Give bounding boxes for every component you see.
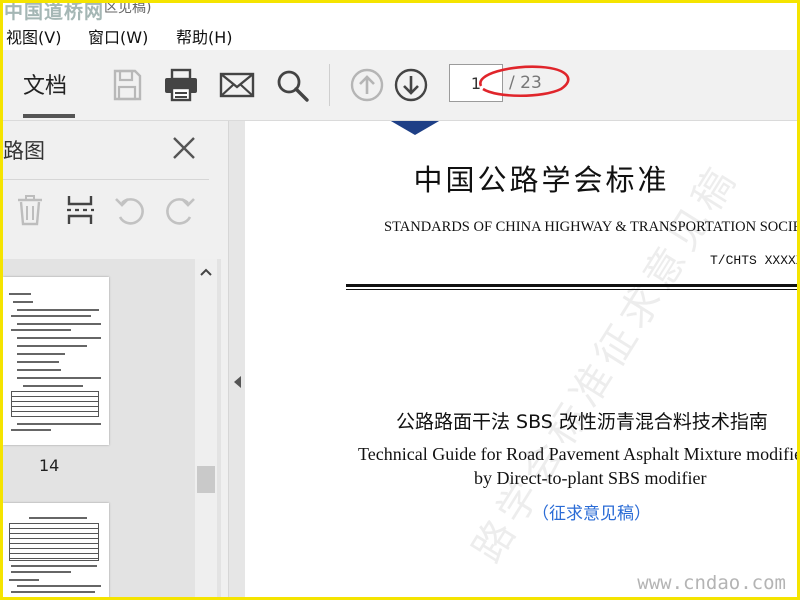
window-title: 区见稿) bbox=[104, 0, 152, 16]
document-title-cn: 中国公路学会标准 bbox=[413, 163, 670, 197]
document-page: 路学会标准征求意见稿 中国公路学会标准 STANDARDS OF CHINA H… bbox=[246, 121, 797, 597]
menu-bar: 视图(V) 窗口(W) 帮助(H) bbox=[0, 22, 800, 48]
rotate-left-icon[interactable] bbox=[113, 193, 147, 227]
title-bar: 中国道桥网 区见稿) bbox=[0, 0, 800, 22]
page-thumbnail[interactable] bbox=[3, 503, 109, 597]
guide-title-cn: 公路路面干法 SBS 改性沥青混合料技术指南 bbox=[396, 411, 768, 433]
save-icon[interactable] bbox=[109, 67, 145, 103]
rotate-right-icon[interactable] bbox=[163, 193, 197, 227]
thumbnail-scrollbar[interactable] bbox=[195, 259, 217, 597]
brand-watermark: 中国道桥网 bbox=[4, 1, 105, 22]
sidebar-divider bbox=[3, 179, 209, 180]
guide-title-en-line1: Technical Guide for Road Pavement Asphal… bbox=[358, 444, 797, 464]
scrollbar-thumb[interactable] bbox=[197, 466, 215, 493]
close-icon[interactable] bbox=[169, 133, 199, 163]
search-icon[interactable] bbox=[274, 67, 310, 103]
menu-window[interactable]: 窗口(W) bbox=[88, 24, 148, 48]
thumbnail-list[interactable]: 14 bbox=[3, 259, 221, 597]
thumbnail-page-number: 14 bbox=[39, 456, 60, 475]
triangle-left-icon[interactable] bbox=[233, 375, 242, 389]
menu-help[interactable]: 帮助(H) bbox=[176, 24, 233, 48]
toolbar: 文档 / 23 bbox=[3, 50, 797, 121]
previous-page-icon[interactable] bbox=[349, 67, 385, 103]
thick-rule bbox=[346, 284, 797, 287]
tab-document[interactable]: 文档 bbox=[23, 68, 67, 100]
site-watermark: www.cndao.com bbox=[637, 572, 786, 594]
page-thumbnail[interactable] bbox=[3, 277, 109, 445]
toolbar-separator bbox=[329, 64, 330, 106]
next-page-icon[interactable] bbox=[393, 67, 429, 103]
menu-view[interactable]: 视图(V) bbox=[6, 24, 61, 48]
extract-page-icon[interactable] bbox=[63, 193, 97, 227]
thumbnail-sidebar: 路图 14 bbox=[3, 121, 229, 597]
document-code: T/CHTS XXXXX— bbox=[710, 253, 797, 268]
chevron-up-icon[interactable] bbox=[199, 267, 213, 277]
thin-rule bbox=[346, 289, 797, 290]
tab-active-indicator bbox=[23, 114, 75, 118]
draft-label: （征求意见稿） bbox=[532, 504, 651, 524]
mail-icon[interactable] bbox=[219, 67, 255, 103]
delete-icon[interactable] bbox=[13, 193, 47, 227]
guide-title-en-line2: by Direct-to-plant SBS modifier bbox=[474, 468, 707, 488]
emblem-icon bbox=[390, 121, 440, 135]
sidebar-title: 路图 bbox=[3, 139, 45, 163]
sidebar-collapse-strip[interactable] bbox=[229, 121, 245, 597]
print-icon[interactable] bbox=[163, 67, 199, 103]
document-title-en: STANDARDS OF CHINA HIGHWAY & TRANSPORTAT… bbox=[384, 219, 797, 235]
highlight-ellipse bbox=[479, 65, 570, 98]
